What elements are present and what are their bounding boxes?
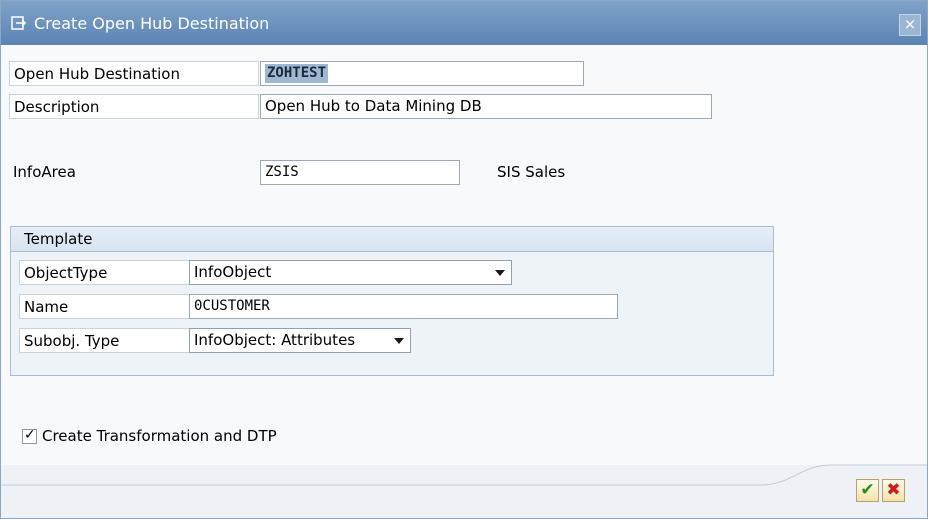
destination-label: Open Hub Destination [9,61,259,86]
subobj-type-dropdown[interactable]: InfoObject: Attributes [189,328,411,353]
title-bar: Create Open Hub Destination × [1,1,927,45]
checkmark-icon: ✓ [24,427,36,443]
template-group: Template ObjectType InfoObject Name 0CUS… [10,226,774,376]
template-header: Template [11,227,773,252]
destination-input[interactable]: ZOHTEST [260,61,584,86]
template-title: Template [24,230,93,248]
infoarea-input[interactable]: ZSIS [260,160,460,185]
destination-value: ZOHTEST [265,64,329,83]
description-input[interactable]: Open Hub to Data Mining DB [260,94,712,119]
check-icon: ✔ [860,480,875,500]
infoarea-text: SIS Sales [497,163,566,181]
object-type-label: ObjectType [19,260,195,285]
name-label: Name [19,294,195,319]
chevron-down-icon [394,338,404,344]
create-transformation-label: Create Transformation and DTP [42,427,277,445]
dialog-title: Create Open Hub Destination [34,14,270,33]
ok-button[interactable]: ✔ [856,479,879,502]
create-open-hub-dialog: Create Open Hub Destination × Open Hub D… [0,0,928,519]
dialog-icon [11,16,27,30]
close-button[interactable]: × [899,14,921,36]
subobj-type-label: Subobj. Type [19,328,195,353]
cancel-button[interactable]: ✖ [882,479,905,502]
description-label: Description [9,94,259,119]
object-type-value: InfoObject [194,263,272,281]
chevron-down-icon [495,270,505,276]
infoarea-label: InfoArea [13,163,76,181]
footer-divider [1,464,927,486]
create-transformation-checkbox[interactable]: ✓ [22,427,37,444]
close-icon: × [903,15,917,33]
cancel-icon: ✖ [886,480,901,500]
dialog-footer [1,464,927,518]
object-type-dropdown[interactable]: InfoObject [189,260,512,285]
subobj-type-value: InfoObject: Attributes [194,331,356,349]
name-input[interactable]: 0CUSTOMER [189,294,618,319]
